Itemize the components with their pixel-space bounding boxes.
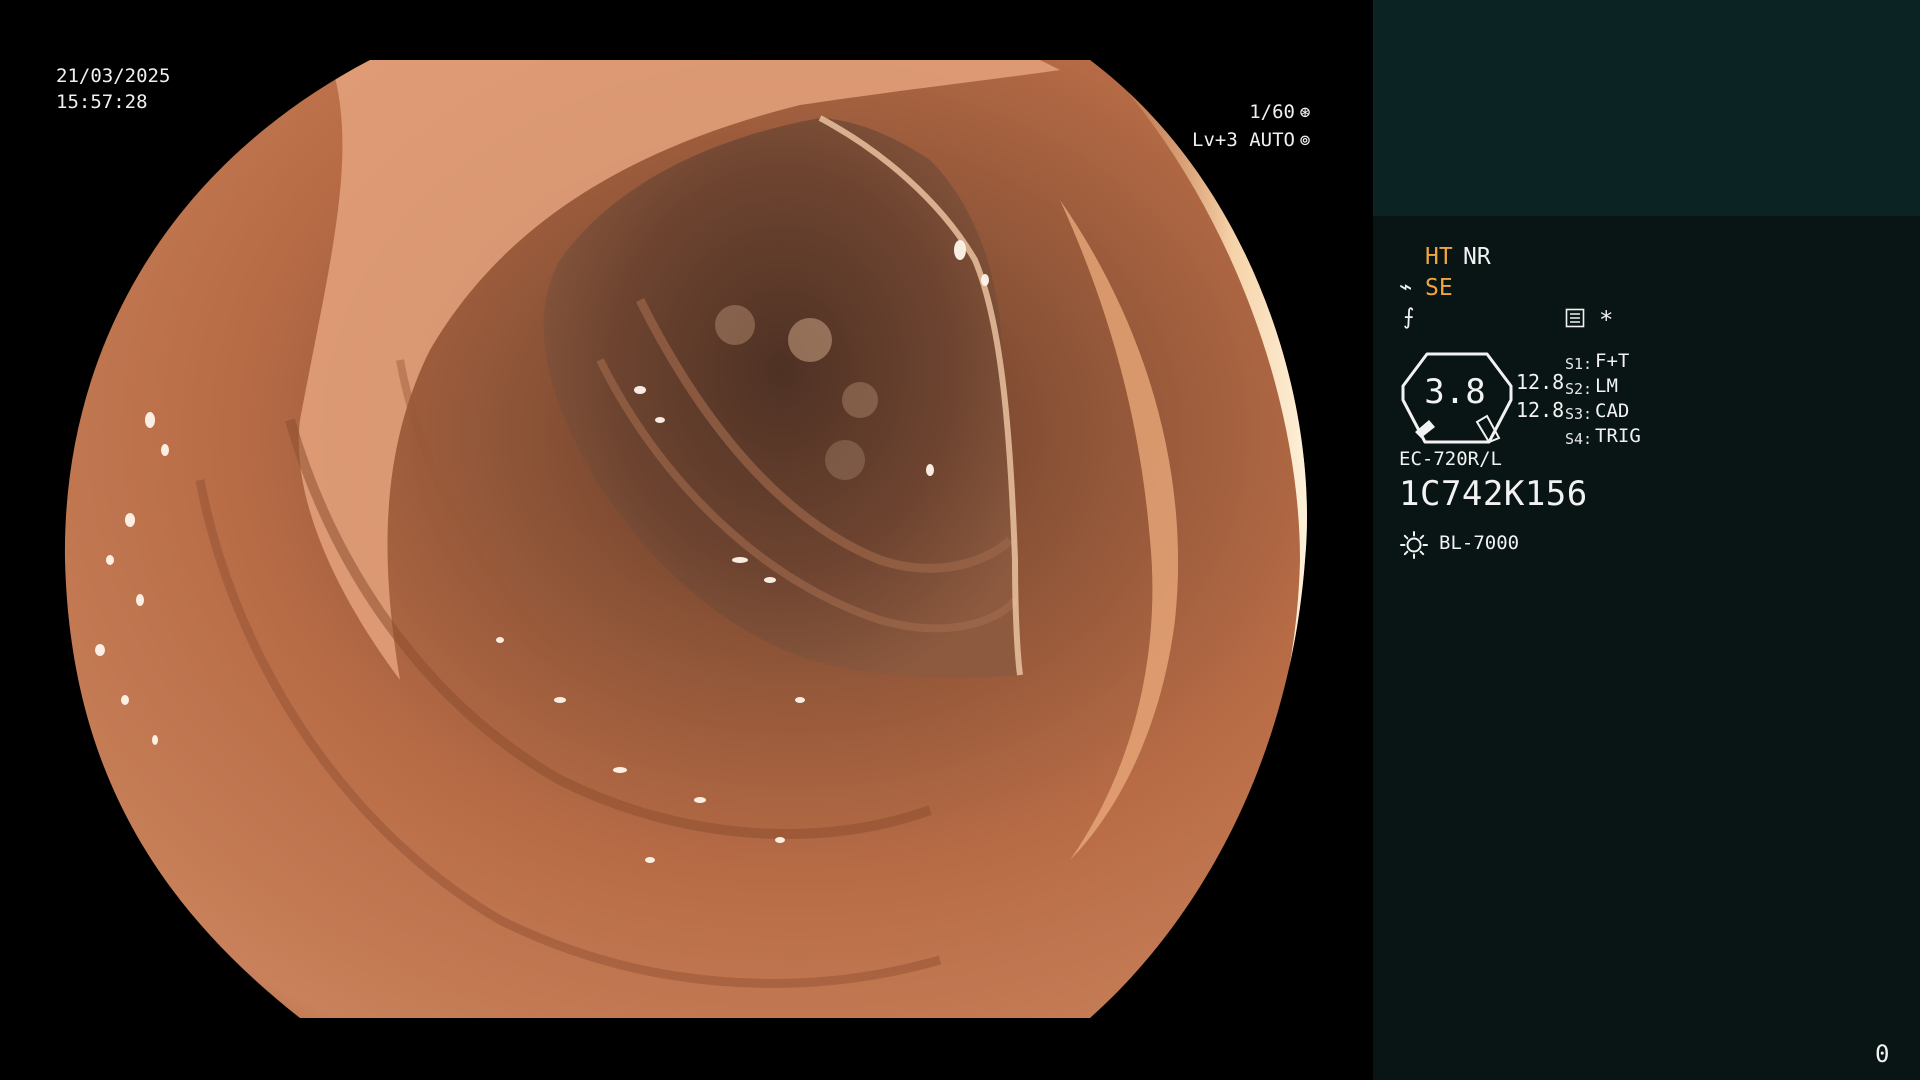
function-icon: ⨍ bbox=[1403, 305, 1415, 330]
switch-4-label: S4: bbox=[1565, 430, 1593, 448]
date-readout: 21/03/2025 bbox=[56, 65, 171, 87]
light-source-model: BL-7000 bbox=[1439, 532, 1520, 554]
switch-3-label: S3: bbox=[1565, 405, 1593, 423]
ht-indicator: HT bbox=[1425, 244, 1453, 270]
asterisk-icon: * bbox=[1599, 306, 1614, 334]
memo-icon bbox=[1565, 308, 1585, 328]
counter-number: 0 bbox=[1875, 1040, 1890, 1068]
se-indicator: SE bbox=[1425, 275, 1453, 301]
panel-header-block bbox=[1373, 0, 1920, 216]
status-panel: HT NR ⌁ SE ⨍ * 3.8 12.8 12.8 S1: F+T S2:… bbox=[1373, 0, 1920, 1080]
endoscope-view: 21/03/2025 15:57:28 1/60 ⊛ Lv+3 AUTO ⊚ bbox=[0, 0, 1373, 1080]
iris-readout: Lv+3 AUTO ⊚ bbox=[1192, 126, 1315, 155]
light-source-icon bbox=[1400, 531, 1428, 559]
gauge-reading-bottom: 12.8 bbox=[1516, 398, 1565, 422]
structure-enhance-icon: ⌁ bbox=[1399, 275, 1413, 300]
scope-model: EC-720R/L bbox=[1399, 448, 1502, 470]
time-readout: 15:57:28 bbox=[56, 91, 148, 113]
gauge-value: 3.8 bbox=[1424, 372, 1486, 412]
switch-2-value: LM bbox=[1595, 375, 1618, 397]
switch-1-label: S1: bbox=[1565, 355, 1593, 373]
scope-serial: 1C742K156 bbox=[1399, 474, 1588, 514]
iris-icon: ⊚ bbox=[1299, 130, 1311, 151]
shutter-readout: 1/60 ⊛ bbox=[1249, 98, 1315, 127]
iris-mode: AUTO bbox=[1249, 129, 1295, 151]
gauge-reading-top: 12.8 bbox=[1516, 370, 1565, 394]
switch-4-value: TRIG bbox=[1595, 425, 1641, 447]
endoscopic-image bbox=[64, 60, 1307, 1018]
shutter-value: 1/60 bbox=[1249, 101, 1295, 123]
brightness-level: Lv+3 bbox=[1192, 129, 1238, 151]
switch-2-label: S2: bbox=[1565, 380, 1593, 398]
switch-3-value: CAD bbox=[1595, 400, 1630, 422]
switch-1-value: F+T bbox=[1595, 350, 1630, 372]
nr-indicator: NR bbox=[1463, 244, 1491, 270]
shutter-icon: ⊛ bbox=[1299, 102, 1311, 123]
